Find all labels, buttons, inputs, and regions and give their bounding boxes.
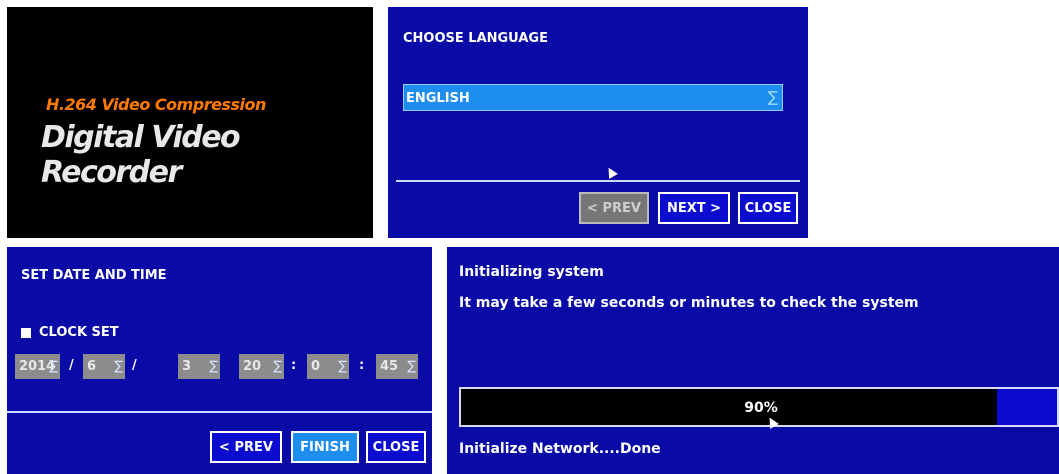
time-separator: : [359, 358, 365, 373]
language-heading: CHOOSE LANGUAGE [403, 31, 548, 46]
initializing-screen: Initializing system It may take a few se… [447, 247, 1059, 474]
divider [7, 411, 432, 413]
init-message: It may take a few seconds or minutes to … [459, 295, 919, 311]
second-value: 45 [380, 359, 399, 374]
splash-title: Digital Video Recorder [41, 120, 241, 190]
month-value: 6 [87, 359, 97, 374]
splash-subtitle: H.264 Video Compression [46, 95, 266, 114]
splash-screen: H.264 Video Compression Digital Video Re… [7, 7, 373, 238]
day-value: 3 [182, 359, 192, 374]
date-separator: / [132, 358, 137, 373]
minute-value: 0 [311, 359, 321, 374]
time-separator: : [291, 358, 297, 373]
sigma-dropdown-icon[interactable]: ∑ [114, 359, 123, 374]
prev-button[interactable]: < PREV [210, 431, 282, 463]
prev-button[interactable]: < PREV [579, 192, 649, 224]
hour-field[interactable]: 20 ∑ [239, 354, 284, 379]
sigma-dropdown-icon[interactable]: ∑ [273, 359, 282, 374]
sigma-dropdown-icon[interactable]: ∑ [49, 359, 58, 374]
clock-set-label: CLOCK SET [39, 325, 119, 340]
sigma-dropdown-icon[interactable]: ∑ [209, 359, 218, 374]
language-dialog: CHOOSE LANGUAGE ENGLISH ∑ < PREV NEXT > … [388, 7, 808, 238]
datetime-dialog: SET DATE AND TIME CLOCK SET 2014 ∑ / 6 ∑… [7, 247, 432, 474]
year-field[interactable]: 2014 ∑ [15, 354, 60, 379]
divider [396, 180, 800, 182]
month-field[interactable]: 6 ∑ [83, 354, 125, 379]
second-field[interactable]: 45 ∑ [376, 354, 418, 379]
next-button[interactable]: NEXT > [658, 192, 730, 224]
close-button[interactable]: CLOSE [738, 192, 798, 224]
minute-field[interactable]: 0 ∑ [307, 354, 349, 379]
date-separator: / [69, 358, 74, 373]
checkbox-icon[interactable] [21, 327, 31, 338]
finish-button[interactable]: FINISH [291, 431, 359, 463]
datetime-heading: SET DATE AND TIME [21, 268, 167, 283]
sigma-dropdown-icon[interactable]: ∑ [768, 88, 778, 106]
init-title: Initializing system [459, 264, 604, 280]
day-field[interactable]: 3 ∑ [178, 354, 220, 379]
sigma-dropdown-icon[interactable]: ∑ [338, 359, 347, 374]
sigma-dropdown-icon[interactable]: ∑ [407, 359, 416, 374]
progress-bar: 90% [459, 387, 1059, 427]
progress-label: 90% [744, 400, 778, 416]
close-button[interactable]: CLOSE [366, 431, 426, 463]
hour-value: 20 [243, 359, 262, 374]
language-select[interactable]: ENGLISH ∑ [403, 84, 783, 111]
init-status: Initialize Network....Done [459, 441, 661, 457]
language-selected-value: ENGLISH [406, 91, 470, 106]
mouse-cursor-icon [604, 165, 618, 179]
clock-set-checkbox[interactable]: CLOCK SET [21, 325, 119, 340]
